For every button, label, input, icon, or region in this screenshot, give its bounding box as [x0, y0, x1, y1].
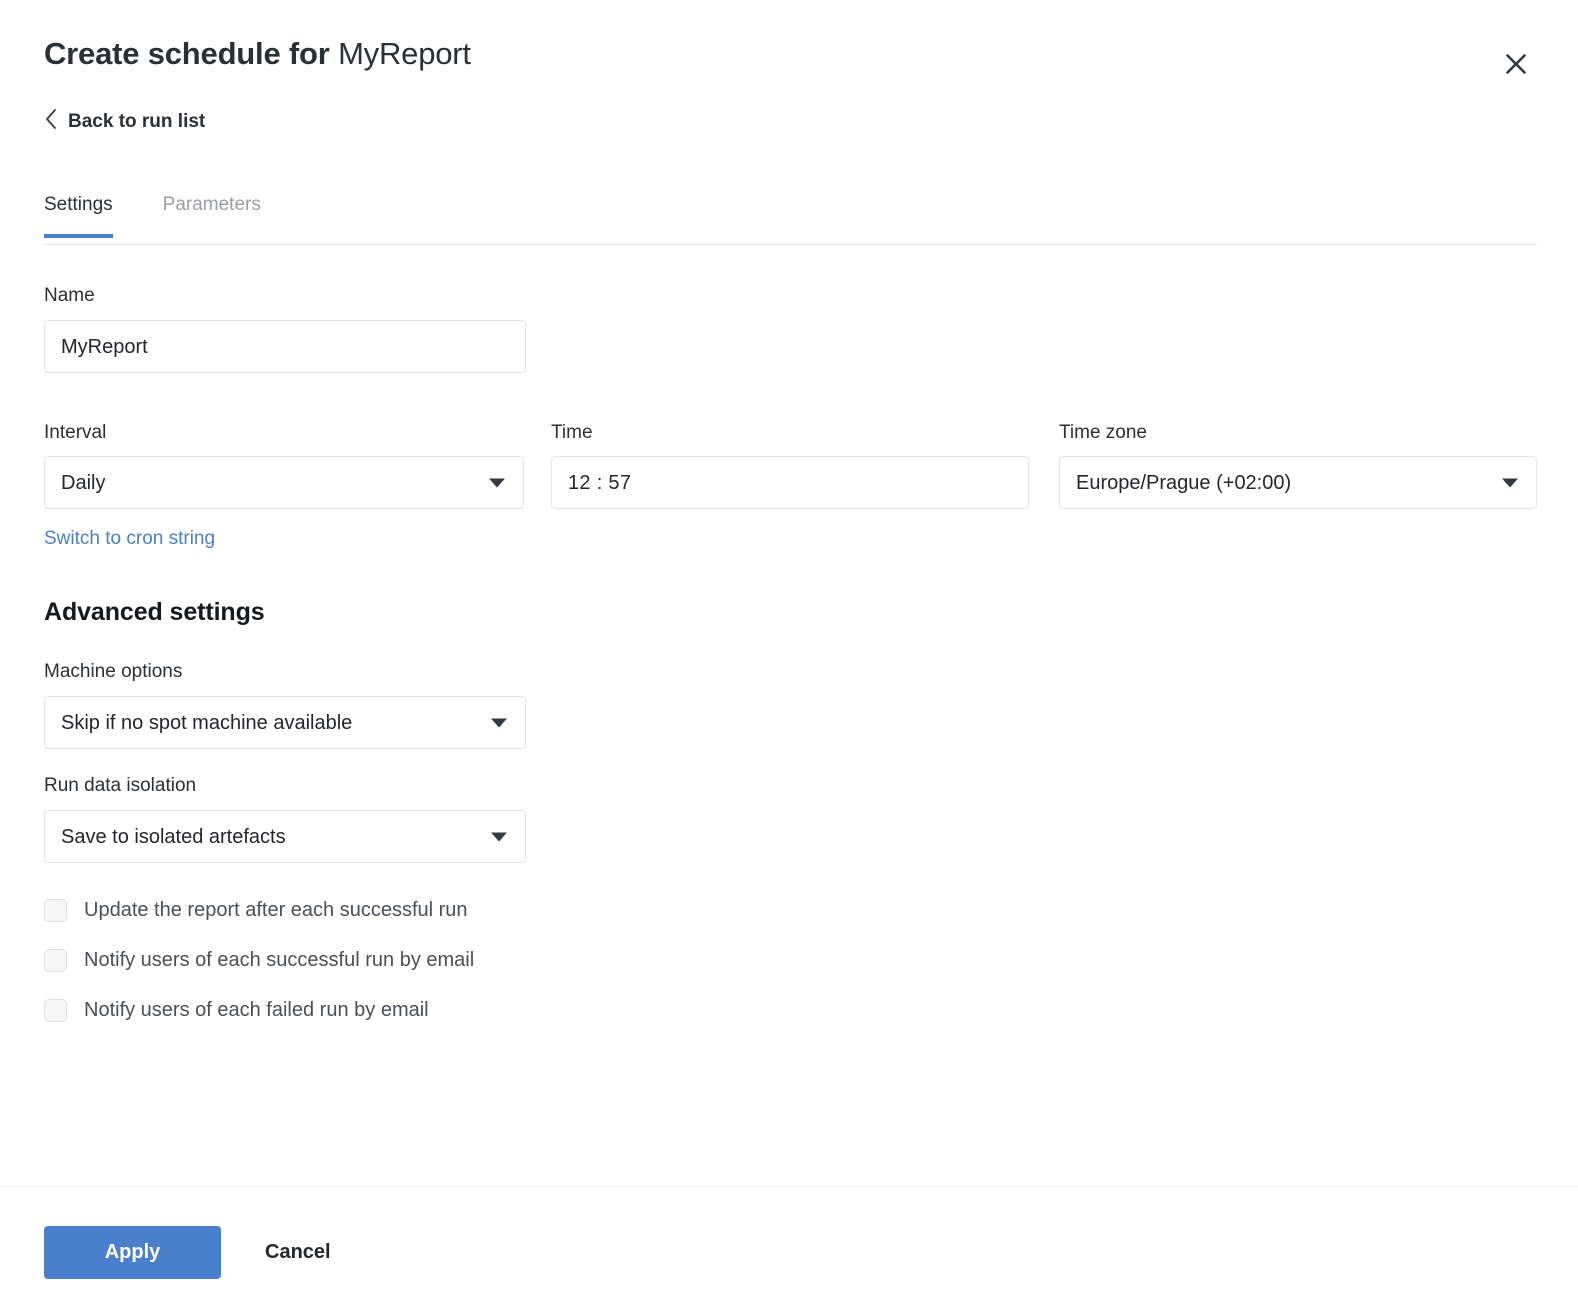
checkbox-notify-success-label: Notify users of each successful run by e… [84, 949, 475, 971]
checkbox-notify-failed-label: Notify users of each failed run by email [84, 999, 429, 1021]
run-data-isolation-label: Run data isolation [44, 775, 197, 796]
checkbox-box-icon [44, 898, 67, 922]
machine-options-select[interactable]: Skip if no spot machine available [44, 696, 526, 749]
interval-select-value: Daily [61, 471, 106, 494]
chevron-down-icon [491, 718, 507, 727]
timezone-field-label: Time zone [1059, 422, 1147, 443]
chevron-left-icon [44, 108, 58, 135]
tab-settings[interactable]: Settings [44, 193, 113, 238]
chevron-down-icon [491, 832, 507, 841]
page-title: Create schedule for MyReport [44, 34, 1534, 74]
name-input[interactable]: MyReport [44, 320, 526, 373]
page-title-report-name: MyReport [338, 36, 471, 71]
switch-to-cron-string-link[interactable]: Switch to cron string [44, 527, 215, 551]
name-input-value: MyReport [61, 335, 148, 358]
timezone-select[interactable]: Europe/Prague (+02:00) [1059, 456, 1537, 509]
run-data-isolation-select[interactable]: Save to isolated artefacts [44, 810, 526, 863]
cancel-button[interactable]: Cancel [251, 1229, 345, 1276]
tab-bar: Settings Parameters [44, 193, 1537, 245]
interval-select[interactable]: Daily [44, 456, 524, 509]
close-icon [1503, 51, 1529, 77]
dialog-footer: Apply Cancel [44, 1226, 345, 1279]
machine-options-label: Machine options [44, 661, 183, 682]
checkbox-notify-success[interactable]: Notify users of each successful run by e… [44, 935, 474, 985]
back-to-run-list-link[interactable]: Back to run list [44, 108, 205, 135]
time-input[interactable]: 12 : 57 [551, 456, 1029, 509]
checkbox-update-report[interactable]: Update the report after each successful … [44, 885, 474, 935]
page-title-prefix: Create schedule for [44, 36, 330, 71]
apply-button[interactable]: Apply [44, 1226, 221, 1279]
footer-divider [0, 1186, 1578, 1187]
tab-parameters[interactable]: Parameters [163, 193, 261, 237]
time-input-value: 12 : 57 [568, 471, 632, 494]
back-to-run-list-label: Back to run list [68, 110, 206, 132]
checkbox-update-report-label: Update the report after each successful … [84, 899, 468, 921]
checkbox-box-icon [44, 998, 67, 1022]
create-schedule-dialog: Create schedule for MyReport Back to run… [0, 0, 1578, 1316]
advanced-settings-heading: Advanced settings [44, 598, 265, 626]
name-field-label: Name [44, 285, 95, 306]
timezone-select-value: Europe/Prague (+02:00) [1076, 471, 1292, 494]
time-field-label: Time [551, 422, 593, 443]
chevron-down-icon [489, 478, 505, 487]
notification-options-group: Update the report after each successful … [44, 885, 474, 1035]
close-button[interactable] [1494, 42, 1538, 86]
chevron-down-icon [1502, 478, 1518, 487]
interval-field-label: Interval [44, 422, 107, 443]
checkbox-box-icon [44, 948, 67, 972]
machine-options-value: Skip if no spot machine available [61, 711, 353, 734]
checkbox-notify-failed[interactable]: Notify users of each failed run by email [44, 985, 474, 1035]
run-data-isolation-value: Save to isolated artefacts [61, 825, 286, 848]
dialog-header: Create schedule for MyReport [0, 0, 1578, 74]
